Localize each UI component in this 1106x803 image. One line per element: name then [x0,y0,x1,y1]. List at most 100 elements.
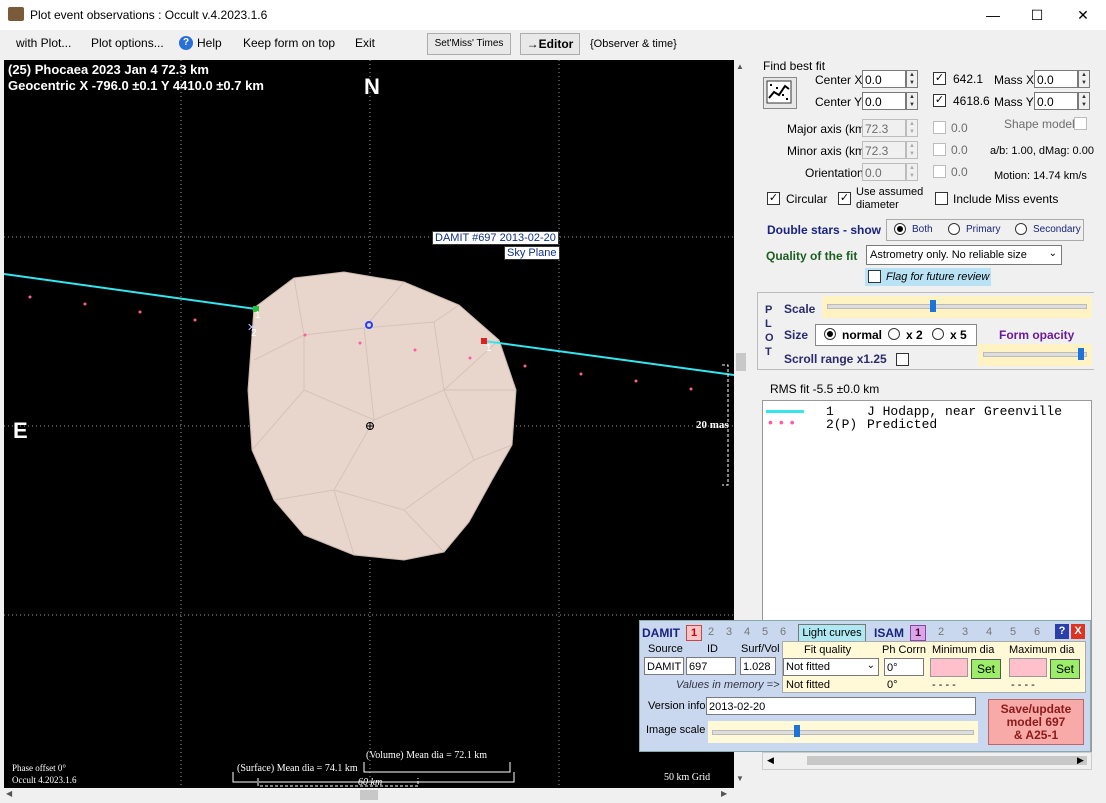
major-axis-checkbox[interactable] [933,121,946,134]
image-scale-track [712,730,974,735]
center-x-input[interactable]: 0.0 [862,70,906,88]
orientation-checkbox[interactable] [933,165,946,178]
set-miss-times-button[interactable]: Set'Miss' Times [427,33,511,55]
form-opacity-thumb[interactable] [1078,348,1084,360]
isam-model-4[interactable]: 4 [982,625,996,639]
center-x-spinner[interactable]: ▲ ▼ [906,70,918,88]
observer-time-button[interactable]: {Observer & time} [590,38,677,50]
max-dia-field[interactable] [1009,658,1047,677]
include-miss-checkbox[interactable] [935,192,948,205]
major-axis-spinner[interactable]: ▲ ▼ [906,119,918,137]
damit-model-3[interactable]: 3 [722,625,736,639]
scroll-range-label: Scroll range x1.25 [784,352,887,366]
orientation-input[interactable]: 0.0 [862,163,906,181]
scroll-down-arrow[interactable]: ▼ [736,774,744,783]
scroll-left-arrow[interactable]: ◀ [6,789,12,798]
damit-close-button[interactable]: X [1071,624,1085,639]
min-dia-field[interactable] [930,658,968,677]
isam-model-1[interactable]: 1 [910,625,926,641]
center-y-spinner[interactable]: ▲ ▼ [906,92,918,110]
set-max-dia-button[interactable]: Set [1050,659,1080,679]
size-x2-radio[interactable] [888,328,900,340]
isam-model-6[interactable]: 6 [1030,625,1044,639]
menu-help[interactable]: Help [197,36,222,50]
scroll-right-arrow[interactable]: ▶ [721,789,727,798]
observed-chord-line [4,273,257,310]
menu-exit[interactable]: Exit [355,36,375,50]
source-field[interactable]: DAMIT [644,657,684,675]
size-x5-radio[interactable] [932,328,944,340]
size-normal-radio[interactable] [824,328,836,340]
help-icon[interactable]: ? [179,36,193,50]
primary-radio[interactable] [948,223,960,235]
quality-of-fit-label: Quality of the fit [766,249,858,263]
id-field[interactable]: 697 [686,657,736,675]
legend-dots-predicted: ••• [768,414,801,430]
circular-checkbox[interactable]: ✓ [767,192,780,205]
menu-keep-on-top[interactable]: Keep form on top [243,36,335,50]
close-button[interactable]: ✕ [1060,0,1106,30]
minimize-button[interactable]: — [970,0,1016,30]
center-x-fit-checkbox[interactable]: ✓ [933,72,946,85]
image-scale-thumb[interactable] [794,725,800,737]
legend-scroll-right[interactable]: ▶ [1077,755,1084,766]
damit-model-6[interactable]: 6 [776,625,790,639]
damit-help-button[interactable]: ? [1055,624,1069,639]
plot-canvas[interactable]: ✕ (25) Phocaea 2023 Jan 4 72.3 km Geocen… [4,60,734,788]
legend-hscrollbar[interactable]: ◀ ▶ [762,752,1092,770]
use-assumed-checkbox[interactable]: ✓ [838,192,851,205]
mass-x-spinner[interactable]: ▲ ▼ [1078,70,1090,88]
damit-model-5[interactable]: 5 [758,625,772,639]
center-y-input[interactable]: 0.0 [862,92,906,110]
maximize-button[interactable]: ☐ [1014,0,1060,30]
scale-slider[interactable] [822,296,1092,318]
editor-button[interactable]: →Editor [520,33,580,55]
isam-model-2[interactable]: 2 [934,625,948,639]
flag-review-checkbox[interactable] [868,270,881,283]
save-update-model-button[interactable]: Save/update model 697 & A25-1 [988,699,1084,745]
mass-y-spinner[interactable]: ▲ ▼ [1078,92,1090,110]
legend-name-2: Predicted [867,417,938,432]
image-scale-slider[interactable] [708,721,978,743]
mass-x-input[interactable]: 0.0 [1034,70,1078,88]
legend-scroll-thumb[interactable] [807,756,1087,765]
minor-axis-input[interactable]: 72.3 [862,141,906,159]
minor-axis-checkbox[interactable] [933,143,946,156]
orientation-spinner[interactable]: ▲ ▼ [906,163,918,181]
shape-model-label: Shape model [1004,117,1075,131]
shape-model-checkbox[interactable] [1074,117,1087,130]
scroll-up-arrow[interactable]: ▲ [736,62,744,71]
minor-axis-spinner[interactable]: ▲ ▼ [906,141,918,159]
find-best-fit-button[interactable] [763,77,797,109]
major-axis-input[interactable]: 72.3 [862,119,906,137]
isam-model-5[interactable]: 5 [1006,625,1020,639]
isam-model-3[interactable]: 3 [958,625,972,639]
menu-with-plot[interactable]: with Plot... [16,36,71,50]
secondary-radio[interactable] [1015,223,1027,235]
center-y-fit-checkbox[interactable]: ✓ [933,94,946,107]
damit-model-4[interactable]: 4 [740,625,754,639]
form-opacity-slider[interactable] [978,344,1092,366]
version-info-field[interactable]: 2013-02-20 [706,697,976,715]
fit-quality-select[interactable]: Not fitted ⌄ [783,658,879,676]
circular-label: Circular [786,192,828,206]
plot-horizontal-scrollbar[interactable]: ◀ ▶ [4,788,734,802]
damit-model-2[interactable]: 2 [704,625,718,639]
scroll-range-checkbox[interactable] [896,353,909,366]
legend-scroll-left[interactable]: ◀ [767,755,774,766]
mass-y-input[interactable]: 0.0 [1034,92,1078,110]
grid-label: 50 km Grid [664,772,711,783]
surf-vol-field[interactable]: 1.028 [740,657,776,675]
both-radio[interactable] [894,223,906,235]
scale-slider-thumb[interactable] [930,300,936,312]
scroll-thumb-horizontal[interactable] [360,790,378,800]
damit-model-1[interactable]: 1 [686,625,702,641]
set-min-dia-button[interactable]: Set [971,659,1001,679]
scroll-thumb-vertical[interactable] [736,353,746,371]
surface-dia-label: (Surface) Mean dia = 74.1 km [237,763,358,774]
light-curves-button[interactable]: Light curves [798,624,866,642]
ph-corr-field[interactable]: 0° [884,658,924,676]
menu-plot-options[interactable]: Plot options... [91,36,164,50]
right-panel-scrollbar[interactable] [1094,60,1106,770]
quality-of-fit-select[interactable]: Astrometry only. No reliable size ⌄ [866,245,1062,265]
